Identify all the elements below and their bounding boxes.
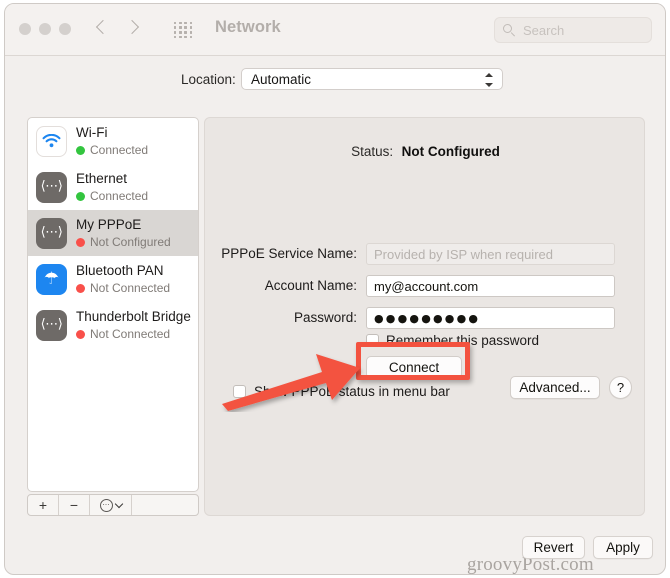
- close-button[interactable]: [19, 23, 31, 35]
- back-chevron-icon[interactable]: [97, 17, 109, 39]
- network-preferences-window: Network Search Location: Automatic Wi-Fi…: [4, 3, 666, 575]
- service-status-label: Connected: [90, 189, 149, 203]
- list-item-text: My PPPoE Not Configured: [76, 216, 171, 250]
- service-name: Thunderbolt Bridge: [76, 309, 191, 324]
- account-name-input[interactable]: my@account.com: [366, 275, 615, 297]
- bluetooth-icon: ☂: [36, 263, 67, 295]
- zoom-button[interactable]: [59, 23, 71, 35]
- show-status-label: Show PPPoE status in menu bar: [254, 384, 450, 399]
- list-item-ethernet[interactable]: ⟨⋯⟩ Ethernet Connected: [28, 164, 198, 210]
- location-dropdown[interactable]: Automatic: [241, 68, 503, 90]
- service-status: Connected: [76, 143, 148, 158]
- remember-password-checkbox[interactable]: [366, 334, 379, 347]
- remember-password-label: Remember this password: [386, 333, 540, 348]
- service-detail-panel: Status: Not Configured PPPoE Service Nam…: [204, 117, 646, 574]
- pppoe-service-name-row: PPPoE Service Name: Provided by ISP when…: [205, 243, 646, 265]
- ethernet-icon: ⟨⋯⟩: [36, 217, 67, 249]
- network-services-list[interactable]: Wi-Fi Connected ⟨⋯⟩ Ethernet Connected ⟨…: [27, 117, 199, 492]
- actions-gear-icon: ⋯: [99, 498, 113, 512]
- show-all-grid-icon[interactable]: [173, 21, 193, 39]
- list-item-text: Wi-Fi Connected: [76, 124, 148, 158]
- chevron-updown-icon: [484, 72, 494, 88]
- status-dot-icon: [76, 330, 85, 339]
- chevron-down-icon: [114, 499, 123, 508]
- list-item-bluetooth-pan[interactable]: ☂ Bluetooth PAN Not Connected: [28, 256, 198, 302]
- status-dot-icon: [76, 146, 85, 155]
- navigation-buttons: [97, 17, 139, 39]
- pppoe-service-name-label: PPPoE Service Name:: [221, 246, 357, 261]
- toolbar-filler: [132, 495, 198, 515]
- ethernet-icon: ⟨⋯⟩: [36, 309, 67, 341]
- service-status: Connected: [76, 189, 148, 204]
- location-label: Location:: [181, 72, 236, 87]
- connect-button[interactable]: Connect: [366, 356, 462, 379]
- location-row: Location: Automatic: [5, 66, 665, 96]
- revert-button[interactable]: Revert: [522, 536, 585, 559]
- show-status-in-menu-bar-row[interactable]: Show PPPoE status in menu bar: [233, 384, 450, 399]
- list-item-my-pppoe[interactable]: ⟨⋯⟩ My PPPoE Not Configured: [28, 210, 198, 256]
- password-row: Password: ●●●●●●●●●: [205, 307, 646, 329]
- status-dot-icon: [76, 284, 85, 293]
- minimize-button[interactable]: [39, 23, 51, 35]
- ethernet-icon: ⟨⋯⟩: [36, 171, 67, 203]
- account-name-row: Account Name: my@account.com: [205, 275, 646, 297]
- service-status: Not Connected: [76, 327, 191, 342]
- status-row: Status: Not Configured: [205, 143, 646, 161]
- list-item-text: Ethernet Connected: [76, 170, 148, 204]
- forward-chevron-icon[interactable]: [127, 17, 139, 39]
- list-item-thunderbolt-bridge[interactable]: ⟨⋯⟩ Thunderbolt Bridge Not Connected: [28, 302, 198, 348]
- help-button[interactable]: ?: [609, 376, 632, 399]
- service-status-label: Not Connected: [90, 327, 171, 341]
- status-dot-icon: [76, 192, 85, 201]
- status-badge: Not Configured: [401, 144, 500, 159]
- window-controls: [19, 23, 71, 35]
- password-label: Password:: [293, 310, 357, 325]
- search-icon: [503, 24, 516, 37]
- service-name: Bluetooth PAN: [76, 263, 164, 278]
- services-toolbar: + − ⋯: [27, 494, 199, 516]
- pppoe-service-name-input[interactable]: Provided by ISP when required: [366, 243, 615, 265]
- search-field[interactable]: Search: [494, 17, 652, 43]
- remove-service-button[interactable]: −: [59, 495, 90, 515]
- wifi-icon: [36, 125, 67, 157]
- status-label: Status:: [351, 144, 394, 159]
- search-placeholder: Search: [523, 23, 565, 38]
- list-item-text: Bluetooth PAN Not Connected: [76, 262, 170, 296]
- service-name: Ethernet: [76, 171, 128, 186]
- page-title: Network: [215, 18, 281, 36]
- remember-password-row[interactable]: Remember this password: [366, 333, 539, 348]
- list-item-text: Thunderbolt Bridge Not Connected: [76, 308, 191, 342]
- service-actions-button[interactable]: ⋯: [90, 495, 132, 515]
- service-status-label: Not Configured: [90, 235, 171, 249]
- show-status-checkbox[interactable]: [233, 385, 246, 398]
- service-status-label: Connected: [90, 143, 149, 157]
- pppoe-service-name-placeholder: Provided by ISP when required: [374, 247, 553, 262]
- title-bar: Network Search: [5, 4, 665, 56]
- account-name-label: Account Name:: [264, 278, 357, 293]
- location-selected-value: Automatic: [251, 72, 312, 87]
- add-service-button[interactable]: +: [28, 495, 59, 515]
- apply-button[interactable]: Apply: [593, 536, 653, 559]
- service-status: Not Connected: [76, 281, 170, 296]
- list-item-wifi[interactable]: Wi-Fi Connected: [28, 118, 198, 164]
- password-value: ●●●●●●●●●: [374, 312, 481, 325]
- account-name-value: my@account.com: [374, 279, 479, 294]
- password-input[interactable]: ●●●●●●●●●: [366, 307, 615, 329]
- advanced-button[interactable]: Advanced...: [510, 376, 600, 399]
- status-dot-icon: [76, 238, 85, 247]
- service-name: Wi-Fi: [76, 125, 108, 140]
- service-status: Not Configured: [76, 235, 171, 250]
- service-status-label: Not Connected: [90, 281, 171, 295]
- service-name: My PPPoE: [76, 217, 142, 232]
